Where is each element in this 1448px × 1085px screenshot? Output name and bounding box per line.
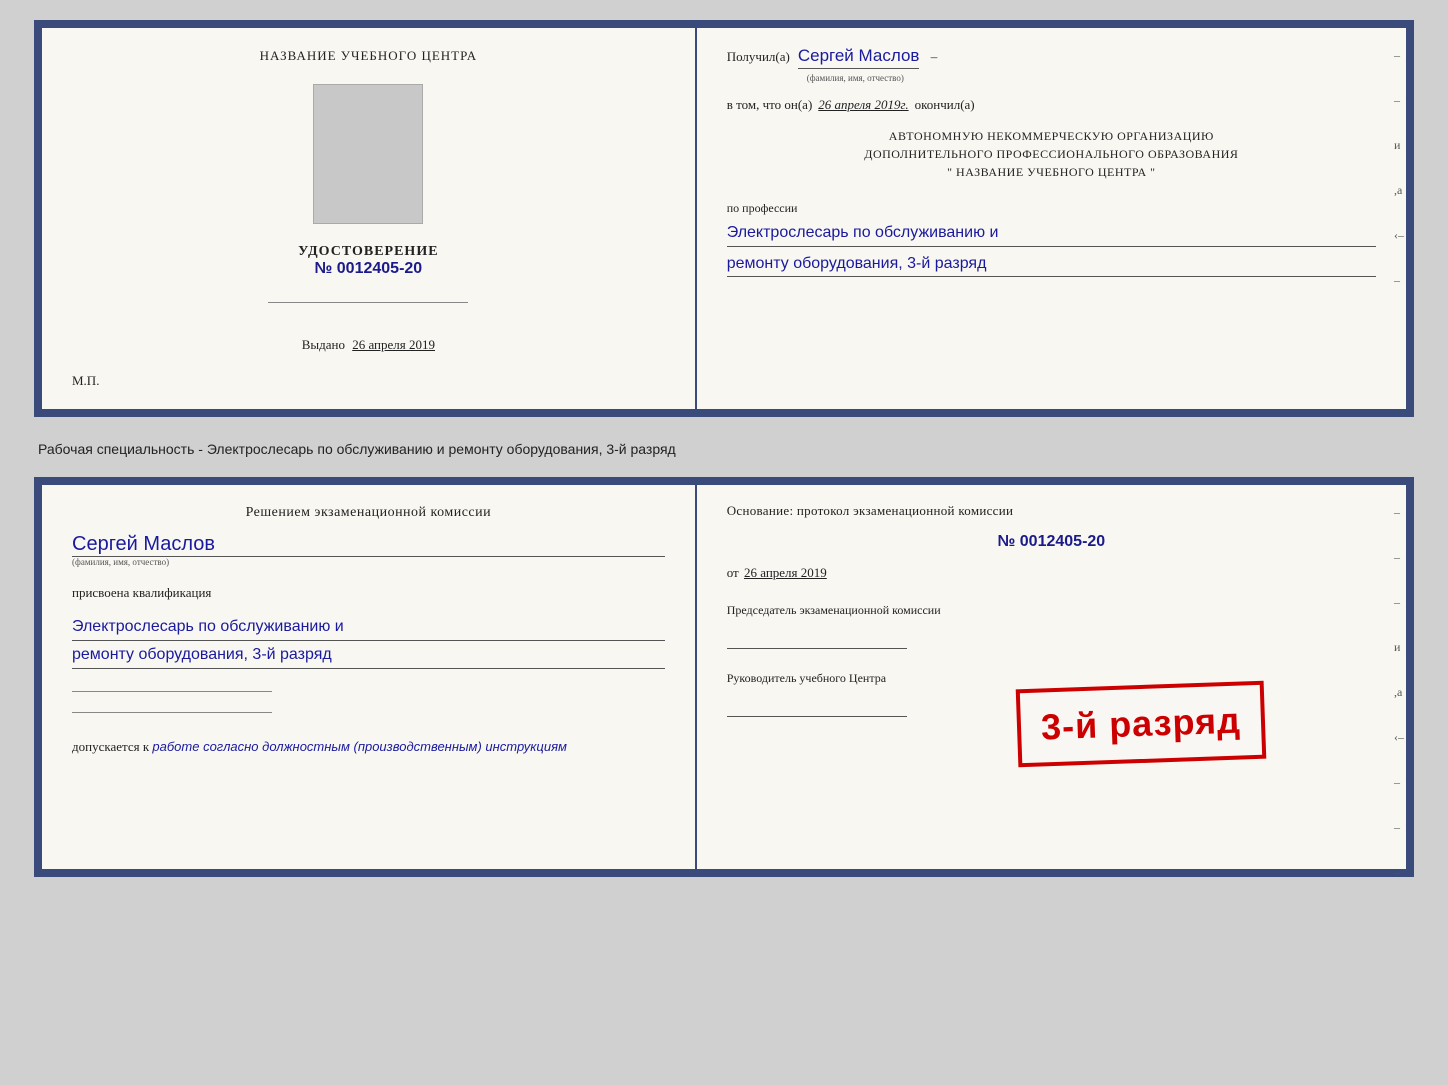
top-cert-left: НАЗВАНИЕ УЧЕБНОГО ЦЕНТРА УДОСТОВЕРЕНИЕ №…: [42, 28, 697, 409]
name-block: Сергей Маслов (фамилия, имя, отчество): [72, 533, 665, 567]
stamp-text: 3-й разряд: [1040, 700, 1241, 749]
right-dashes: – – и ,а ‹– –: [1394, 48, 1404, 288]
stamp: 3-й разряд: [1015, 681, 1265, 768]
profession-line1: Электрослесарь по обслуживанию и: [727, 220, 1376, 247]
qual-line2: ремонту оборудования, 3-й разряд: [72, 641, 665, 669]
bottom-certificate: Решением экзаменационной комиссии Сергей…: [34, 477, 1414, 877]
top-cert-title: НАЗВАНИЕ УЧЕБНОГО ЦЕНТРА: [260, 48, 477, 64]
person-name: Сергей Маслов: [72, 533, 665, 557]
bottom-cert-right: Основание: протокол экзаменационной коми…: [697, 485, 1406, 869]
ot-date: от 26 апреля 2019: [727, 565, 1376, 581]
po-professii: по профессии Электрослесарь по обслужива…: [727, 201, 1376, 277]
rukovoditel: Руководитель учебного Центра: [727, 671, 1376, 686]
prot-num: № 0012405-20: [727, 533, 1376, 551]
udost-num: № 0012405-20: [298, 260, 438, 278]
top-cert-right: Получил(а) Сергей Маслов – (фамилия, имя…: [697, 28, 1406, 409]
vydano-line: Выдано 26 апреля 2019: [302, 337, 435, 353]
between-text: Рабочая специальность - Электрослесарь п…: [34, 433, 1414, 461]
predsedatel: Председатель экзаменационной комиссии: [727, 603, 1376, 618]
udost-label: УДОСТОВЕРЕНИЕ: [298, 244, 438, 260]
bottom-cert-left: Решением экзаменационной комиссии Сергей…: [42, 485, 697, 869]
top-certificate: НАЗВАНИЕ УЧЕБНОГО ЦЕНТРА УДОСТОВЕРЕНИЕ №…: [34, 20, 1414, 417]
fio-sub-top: (фамилия, имя, отчество): [807, 73, 1376, 83]
poluchil-line: Получил(а) Сергей Маслов –: [727, 46, 1376, 69]
mp-label: М.П.: [72, 373, 99, 389]
vtom-line: в том, что он(а) 26 апреля 2019г. окончи…: [727, 97, 1376, 113]
right-dashes-bottom: – – – и ,а ‹– – – –: [1394, 505, 1404, 880]
udost-block: УДОСТОВЕРЕНИЕ № 0012405-20: [298, 244, 438, 278]
org-block: АВТОНОМНУЮ НЕКОММЕРЧЕСКУЮ ОРГАНИЗАЦИЮ ДО…: [727, 127, 1376, 181]
poluchil-name: Сергей Маслов: [798, 46, 920, 69]
prisvoena: присвоена квалификация: [72, 585, 665, 601]
qual-line1: Электрослесарь по обслуживанию и: [72, 613, 665, 641]
osnov-line: Основание: протокол экзаменационной коми…: [727, 503, 1376, 519]
signature-line-2: [727, 716, 907, 717]
signature-line-1: [727, 648, 907, 649]
dopuskaetsya: допускается к работе согласно должностны…: [72, 739, 665, 755]
qualification-block: Электрослесарь по обслуживанию и ремонту…: [72, 613, 665, 669]
fio-sub-bottom: (фамилия, имя, отчество): [72, 557, 665, 567]
photo-placeholder: [313, 84, 423, 224]
dopusk-text: работе согласно должностным (производств…: [152, 739, 567, 754]
resheniem-title: Решением экзаменационной комиссии: [72, 505, 665, 521]
profession-line2: ремонту оборудования, 3-й разряд: [727, 251, 1376, 278]
